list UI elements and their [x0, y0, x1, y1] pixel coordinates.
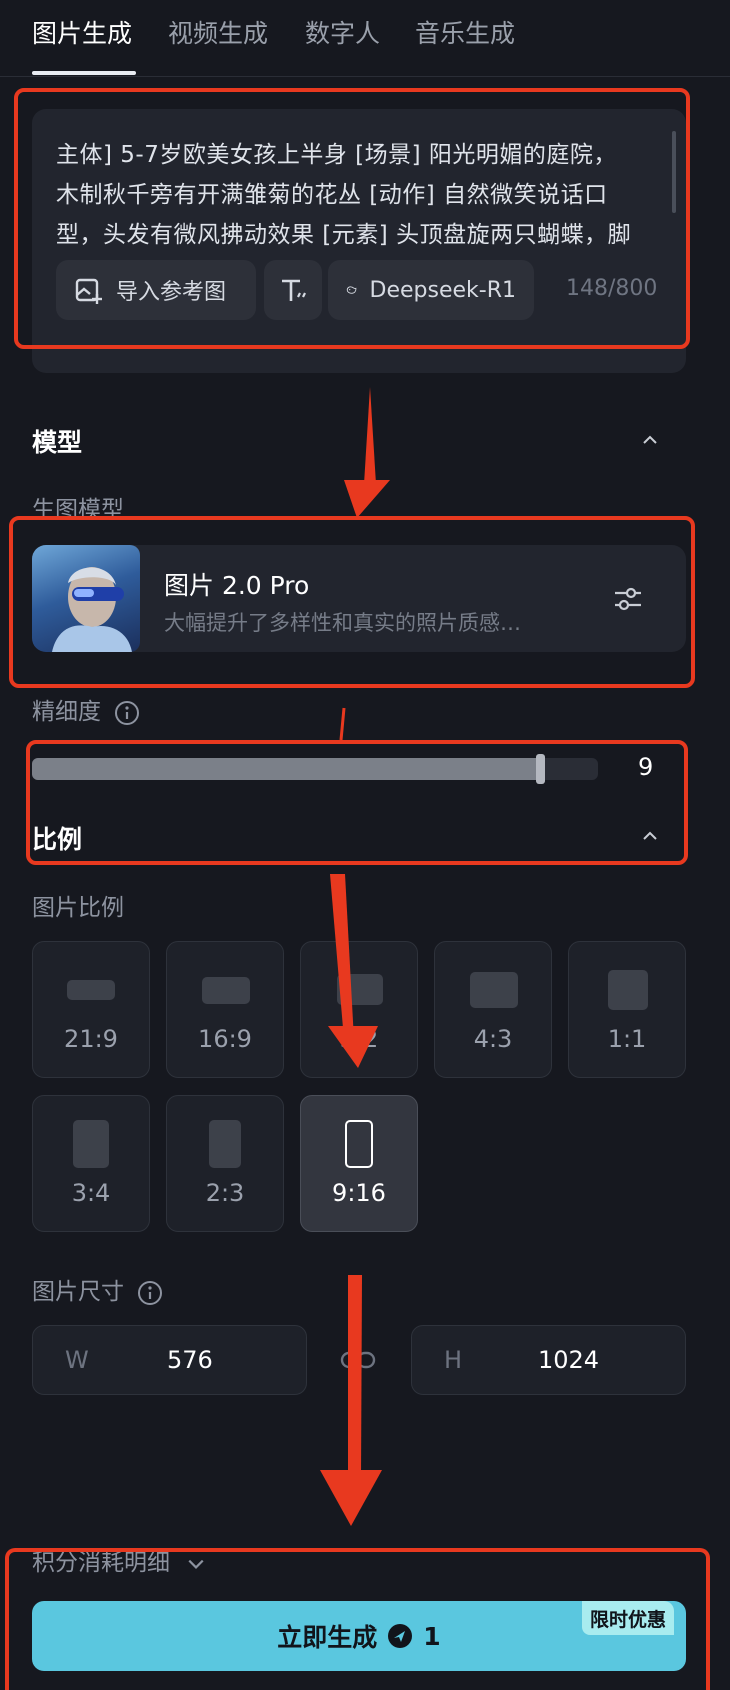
- deepseek-model-label: Deepseek-R1: [369, 277, 516, 303]
- import-reference-button[interactable]: 导入参考图: [56, 260, 256, 320]
- tab-digital-human[interactable]: 数字人: [305, 14, 380, 50]
- ratio-option-9-16[interactable]: 9:16: [300, 1095, 418, 1232]
- detail-level-label: 精细度: [32, 692, 140, 726]
- ratio-4-3-shape: [470, 972, 518, 1008]
- top-tab-bar: 图片生成 视频生成 数字人 音乐生成: [0, 0, 730, 77]
- model-section-title: 模型: [32, 428, 83, 457]
- tab-video-generation[interactable]: 视频生成: [168, 14, 268, 50]
- ratio-label: 2:3: [205, 1179, 245, 1207]
- credit-icon: [388, 1624, 413, 1648]
- detail-slider[interactable]: [32, 754, 598, 784]
- ratio-option-16-9[interactable]: 16:9: [166, 941, 284, 1078]
- info-icon[interactable]: [114, 700, 140, 726]
- ratio-option-3-2[interactable]: 3:2: [300, 941, 418, 1078]
- whale-icon: [346, 286, 357, 294]
- width-prefix: W: [65, 1346, 89, 1374]
- collapse-ratio-chevron-icon[interactable]: [642, 828, 658, 844]
- link-aspect-icon[interactable]: [340, 1348, 376, 1372]
- collapse-model-chevron-icon[interactable]: [642, 432, 658, 448]
- annotation-arrow-head-1: [344, 480, 390, 518]
- ratio-2-3-shape: [209, 1120, 241, 1168]
- width-value: 576: [167, 1346, 213, 1374]
- ratio-label: 3:2: [339, 1025, 379, 1053]
- detail-value: 9: [638, 753, 654, 781]
- ratio-3-2-shape: [337, 974, 383, 1005]
- sliders-settings-icon[interactable]: [612, 583, 644, 615]
- ratio-label: 9:16: [332, 1179, 386, 1207]
- image-size-label: 图片尺寸: [32, 1272, 163, 1306]
- ratio-label: 3:4: [71, 1179, 111, 1207]
- ratio-option-3-4[interactable]: 3:4: [32, 1095, 150, 1232]
- text-format-icon: [282, 279, 306, 301]
- deepseek-model-button[interactable]: Deepseek-R1: [328, 260, 534, 320]
- ratio-option-2-3[interactable]: 2:3: [166, 1095, 284, 1232]
- detail-level-text: 精细度: [32, 699, 101, 725]
- ratio-label: 21:9: [64, 1025, 118, 1053]
- ratio-option-1-1[interactable]: 1:1: [568, 941, 686, 1078]
- ratio-option-21-9[interactable]: 21:9: [32, 941, 150, 1078]
- ratio-21-9-shape: [67, 980, 115, 1000]
- tab-image-generation[interactable]: 图片生成: [32, 14, 132, 50]
- detail-slider-fill: [32, 758, 541, 780]
- promo-badge: 限时优惠: [582, 1601, 675, 1635]
- annotation-arrow-shaft-4: [348, 1275, 362, 1478]
- model-select-card[interactable]: 图片 2.0 Pro 大幅提升了多样性和真实的照片质感…: [32, 545, 686, 652]
- height-value: 1024: [538, 1346, 600, 1374]
- image-model-label: 生图模型: [32, 497, 124, 523]
- prompt-scrollbar[interactable]: [672, 131, 676, 213]
- ratio-1-1-shape: [608, 970, 648, 1010]
- detail-slider-handle[interactable]: [536, 754, 545, 784]
- generate-label: 立即生成: [277, 1623, 378, 1652]
- info-icon[interactable]: [137, 1280, 163, 1306]
- generate-cost: 1: [423, 1621, 441, 1651]
- height-prefix: H: [444, 1346, 463, 1374]
- ratio-label: 4:3: [473, 1025, 513, 1053]
- annotation-arrow-line-2: [339, 707, 346, 741]
- image-size-text: 图片尺寸: [32, 1279, 124, 1305]
- ratio-16-9-shape: [202, 977, 250, 1004]
- ratio-label: 16:9: [198, 1025, 252, 1053]
- tab-music-generation[interactable]: 音乐生成: [415, 14, 515, 50]
- ratio-label: 1:1: [607, 1025, 647, 1053]
- ratio-3-4-shape: [73, 1120, 109, 1168]
- width-input[interactable]: W 576: [32, 1325, 307, 1395]
- model-description: 大幅提升了多样性和真实的照片质感…: [164, 611, 521, 635]
- model-name: 图片 2.0 Pro: [164, 571, 310, 600]
- height-input[interactable]: H 1024: [411, 1325, 686, 1395]
- annotation-arrow-head-4: [320, 1470, 382, 1526]
- ratio-section-title: 比例: [32, 825, 83, 854]
- prompt-card: 主体] 5-7岁欧美女孩上半身 [场景] 阳光明媚的庭院，木制秋千旁有开满雏菊的…: [32, 109, 686, 373]
- prompt-textarea[interactable]: 主体] 5-7岁欧美女孩上半身 [场景] 阳光明媚的庭院，木制秋千旁有开满雏菊的…: [56, 135, 636, 259]
- chevron-down-icon: [188, 1559, 204, 1569]
- ratio-9-16-shape: [345, 1120, 373, 1168]
- character-counter: 148/800: [566, 276, 658, 301]
- model-thumbnail: [32, 545, 140, 652]
- image-ratio-label: 图片比例: [32, 895, 124, 921]
- cost-detail-toggle[interactable]: 积分消耗明细: [32, 1543, 205, 1577]
- image-add-icon: [75, 278, 102, 304]
- text-format-button[interactable]: [264, 260, 322, 320]
- cost-detail-label: 积分消耗明细: [32, 1550, 170, 1576]
- import-reference-label: 导入参考图: [116, 280, 227, 305]
- active-tab-indicator: [32, 71, 136, 75]
- ratio-option-4-3[interactable]: 4:3: [434, 941, 552, 1078]
- annotation-arrow-shaft-1: [364, 387, 376, 484]
